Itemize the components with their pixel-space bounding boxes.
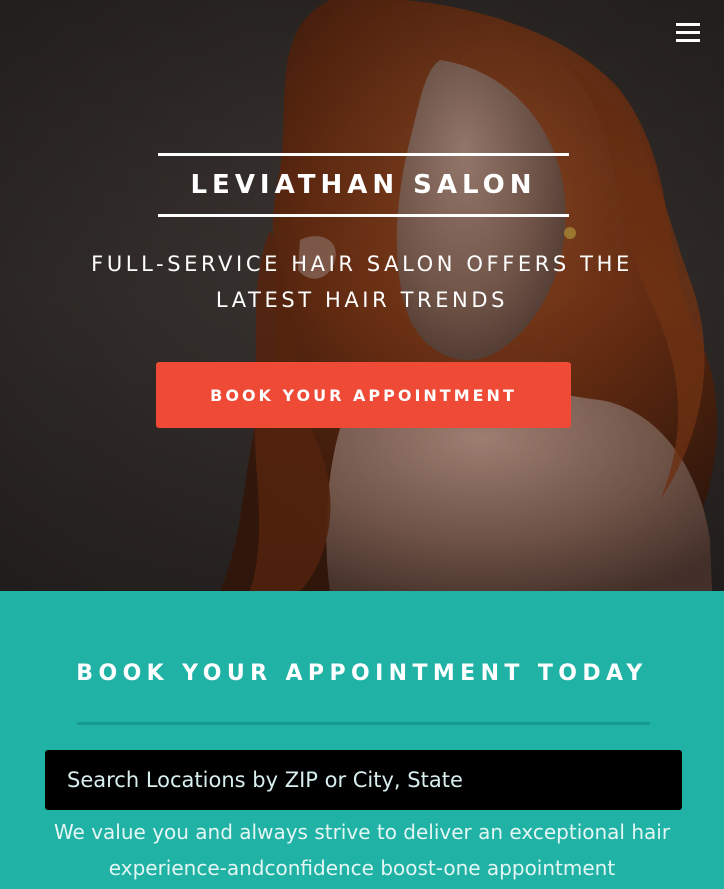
book-appointment-button[interactable]: BOOK YOUR APPOINTMENT — [156, 362, 571, 428]
menu-bar — [676, 39, 700, 42]
menu-icon[interactable] — [676, 22, 700, 44]
booking-intro-text: We value you and always strive to delive… — [53, 820, 671, 880]
booking-section-title: BOOK YOUR APPOINTMENT TODAY — [76, 661, 648, 686]
section-divider — [77, 722, 650, 725]
booking-section: BOOK YOUR APPOINTMENT TODAY We value you… — [0, 591, 724, 889]
salon-brand-title: LEVIATHAN SALON — [158, 153, 569, 217]
hero-section: LEVIATHAN SALON FULL-SERVICE HAIR SALON … — [0, 0, 724, 591]
location-search-input[interactable] — [45, 750, 682, 810]
menu-bar — [676, 31, 700, 34]
menu-bar — [676, 23, 700, 26]
hero-tagline: FULL-SERVICE HAIR SALON OFFERS THE LATES… — [91, 252, 633, 312]
